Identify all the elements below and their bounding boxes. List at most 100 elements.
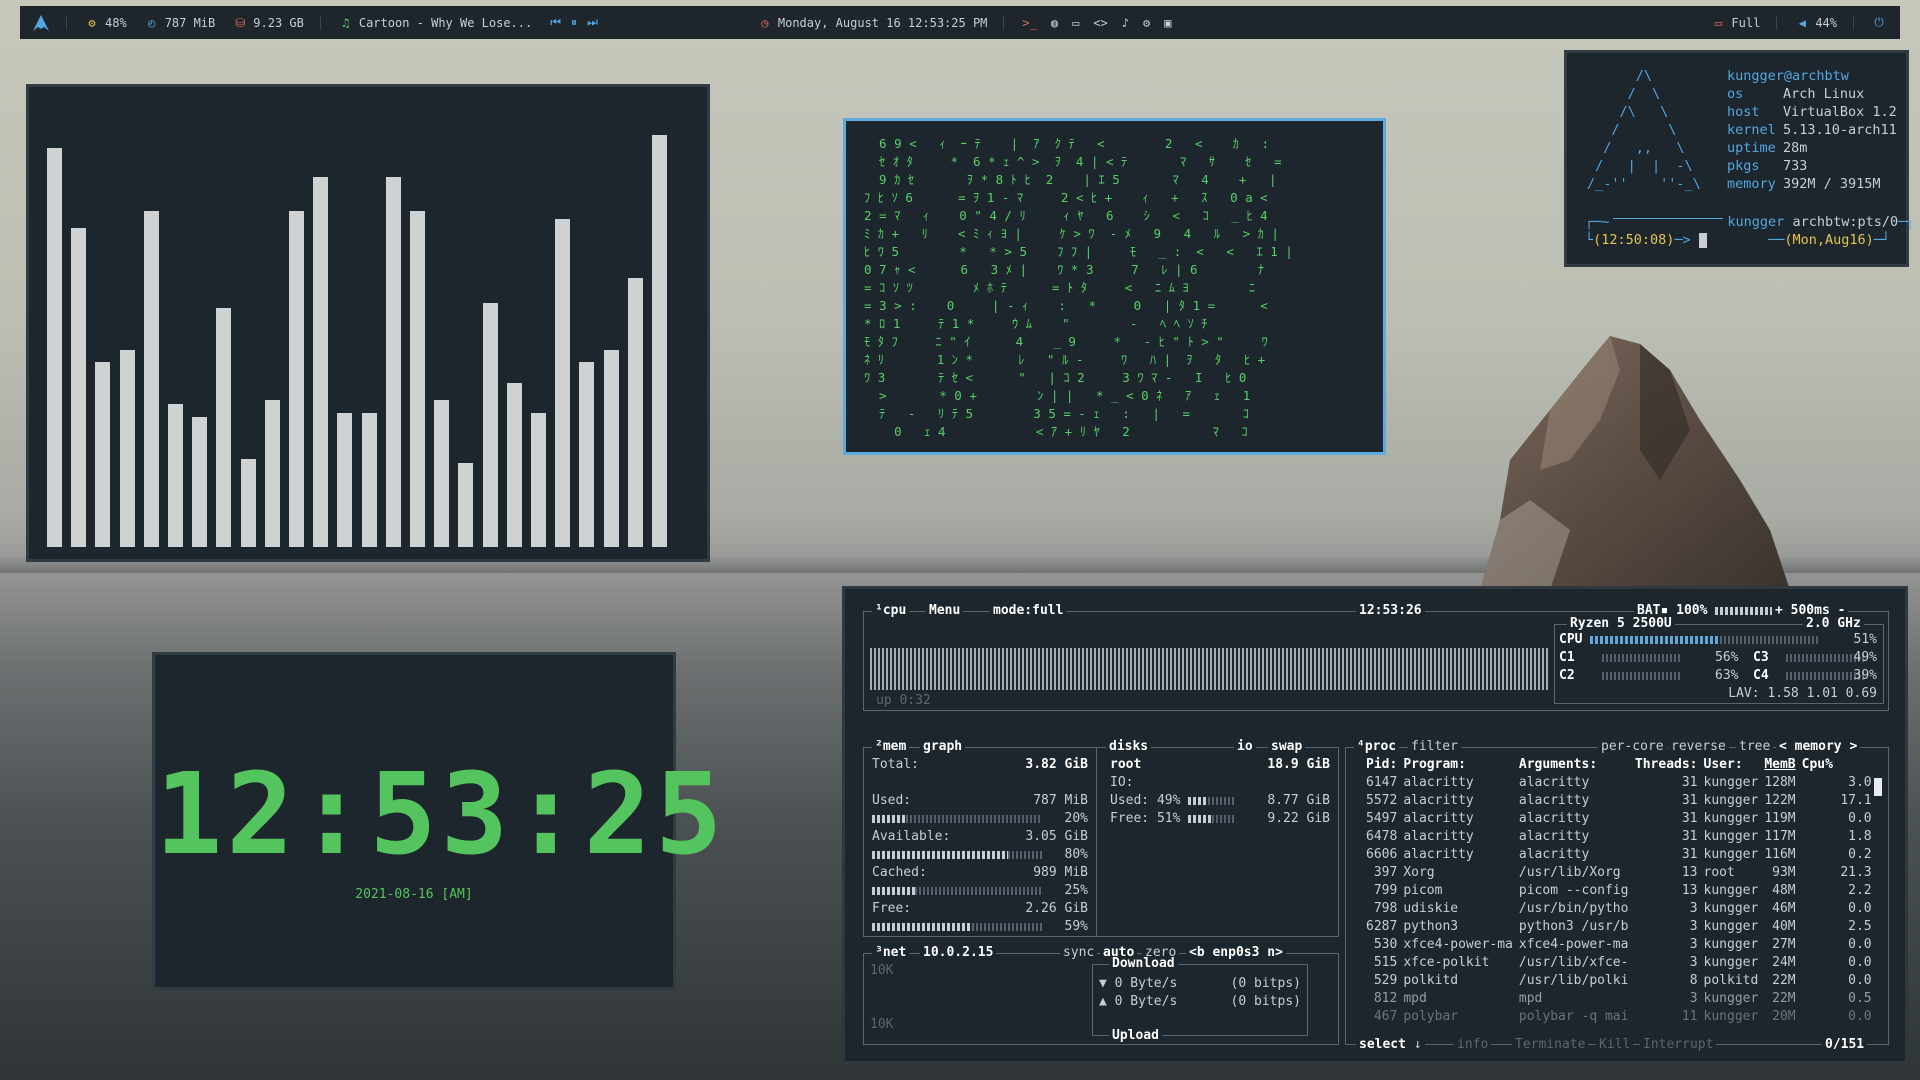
- terminate-button[interactable]: Terminate: [1512, 1037, 1589, 1053]
- disk-value: 9.23 GB: [253, 15, 304, 30]
- table-cell: 13: [1681, 883, 1698, 898]
- proc-column-header[interactable]: Cpu%: [1802, 756, 1878, 774]
- mem-value: 787 MiB: [1033, 793, 1088, 808]
- mem-box-title: ²mem: [875, 739, 907, 754]
- table-cell: xfce4-power-ma: [1403, 937, 1513, 952]
- table-row[interactable]: 5572 alacritty alacritty 31 kungger 122M 17.1: [1366, 792, 1878, 810]
- tree-toggle[interactable]: tree: [1736, 739, 1774, 755]
- ram-indicator: ◴ 787 MiB: [145, 15, 215, 30]
- info-button[interactable]: info: [1454, 1037, 1492, 1053]
- sort-selector[interactable]: < memory >: [1776, 739, 1861, 755]
- proc-box-title: ⁴proc: [1357, 739, 1397, 754]
- table-row[interactable]: 6287 python3 python3 /usr/b 3 kungger 40M 2.5: [1366, 918, 1878, 936]
- visualizer-bar: [289, 211, 304, 547]
- fetch-value: VirtualBox 1.2: [1783, 104, 1897, 120]
- table-cell: kungger: [1703, 937, 1759, 952]
- table-cell: polkitd: [1703, 973, 1759, 988]
- table-row[interactable]: 799 picom picom --config 13 kungger 48M 2.2: [1366, 882, 1878, 900]
- table-cell: 1.8: [1848, 829, 1872, 844]
- process-table: Pid: Program: Arguments: Threads: User: MemB C…: [1366, 756, 1878, 1026]
- clock-icon: ◴: [148, 15, 156, 30]
- fetch-terminal[interactable]: /\ / \ /\ \ / \ / ,, \ / | | -\ /_-'' ''…: [1564, 50, 1914, 267]
- net-interface-selector[interactable]: <b enp0s3 n>: [1186, 945, 1286, 961]
- scrollbar[interactable]: [1874, 778, 1882, 796]
- volume-indicator[interactable]: ◀ 44%: [1795, 16, 1837, 30]
- table-row[interactable]: 5497 alacritty alacritty 31 kungger 119M 0.0: [1366, 810, 1878, 828]
- visualizer-bar: [434, 400, 450, 547]
- datetime[interactable]: ◷ Monday, August 16 12:53:25 PM: [758, 15, 988, 30]
- cpu-total-meter: [1590, 635, 1721, 644]
- cpu-box: ¹cpu Menu mode:full 12:53:26 BAT▪ 100% +…: [863, 603, 1889, 711]
- fetch-row: uptime 28m: [1727, 139, 1897, 157]
- proc-column-header[interactable]: Program:: [1403, 756, 1519, 774]
- reverse-toggle[interactable]: reverse: [1668, 739, 1729, 755]
- table-cell: 6478: [1366, 829, 1398, 844]
- datetime-text: Monday, August 16 12:53:25 PM: [777, 15, 988, 30]
- table-cell: alacritty: [1403, 793, 1474, 808]
- cpu-name: Ryzen 5 2500U: [1570, 616, 1672, 631]
- music-title: Cartoon - Why We Lose...: [358, 15, 533, 30]
- net-sync-toggle[interactable]: sync: [1060, 945, 1098, 961]
- visualizer-bar: [143, 211, 159, 547]
- visualizer-bar: [603, 350, 619, 547]
- terminal-icon[interactable]: >_: [1022, 16, 1036, 30]
- settings-icon[interactable]: ⚙: [1143, 16, 1150, 30]
- proc-column-header[interactable]: Threads:: [1635, 756, 1704, 774]
- proc-column-header[interactable]: Arguments:: [1519, 756, 1635, 774]
- btop-terminal[interactable]: ¹cpu Menu mode:full 12:53:26 BAT▪ 100% +…: [842, 586, 1908, 1064]
- menu-button[interactable]: Menu: [926, 603, 964, 619]
- disk-indicator: ⛁ 9.23 GB: [233, 16, 304, 30]
- per-core-toggle[interactable]: per-core: [1598, 739, 1667, 755]
- visualizer-bar: [458, 463, 474, 547]
- power-icon: ⏻: [1874, 15, 1884, 29]
- table-cell: 6287: [1366, 919, 1398, 934]
- table-row[interactable]: 529 polkitd/usr/lib/polki 8 polkitd 22M 0.0: [1366, 972, 1878, 990]
- pause-icon[interactable]: ⏸: [571, 15, 577, 30]
- arch-logo-button[interactable]: [32, 14, 50, 32]
- next-track-icon[interactable]: ⏭: [587, 15, 598, 30]
- code-icon[interactable]: <>: [1093, 16, 1107, 30]
- mem-graph-button[interactable]: graph: [920, 739, 966, 755]
- table-row[interactable]: 6147 alacritty alacritty 31 kungger 128M 3.0: [1366, 774, 1878, 792]
- music-indicator[interactable]: ♫ Cartoon - Why We Lose...: [339, 16, 532, 30]
- select-button[interactable]: select: [1359, 1037, 1406, 1052]
- table-row[interactable]: 6606 alacritty alacritty 31 kungger 116M 0.2: [1366, 846, 1878, 864]
- clock-terminal[interactable]: 12:53:25 2021-08-16 [AM]: [152, 652, 722, 990]
- mode-button[interactable]: mode:full: [990, 603, 1067, 619]
- interrupt-button[interactable]: Interrupt: [1640, 1037, 1717, 1053]
- proc-column-header[interactable]: Pid:: [1366, 756, 1403, 774]
- table-row[interactable]: 397 Xorg/usr/lib/Xorg 13 root 93M 21.3: [1366, 864, 1878, 882]
- cmatrix-terminal[interactable]: 6 9 < ｨ ｰ ﾃ | ｱ ｸ ﾃ < 2 < ｶ : ｾ ｵ ﾀ * 6 …: [843, 118, 1386, 455]
- prompt-time: (12:50:08): [1593, 232, 1675, 248]
- table-row[interactable]: 467 polybar polybar -q mai 11 kungger 20M 0.0: [1366, 1008, 1878, 1026]
- monitor-icon[interactable]: ▣: [1164, 16, 1171, 30]
- mem-meter-row: 25%: [872, 882, 1088, 900]
- visualizer-bar: [119, 350, 135, 547]
- swap-toggle[interactable]: swap: [1268, 739, 1306, 755]
- music-controls: ⏮ ⏸ ⏭: [550, 15, 598, 30]
- table-row[interactable]: 6478 alacritty alacritty 31 kungger 117M 1.8: [1366, 828, 1878, 846]
- table-cell: kungger: [1703, 847, 1759, 862]
- shell-prompt[interactable]: ┌─ ~ kungger archbtw:pts/0 ─┐ └ (12:50:08) ─…: [1585, 213, 1914, 249]
- visualizer-bar: [240, 459, 256, 547]
- fetch-value: 392M / 3915M: [1783, 176, 1881, 192]
- table-row[interactable]: 530 xfce4-power-ma xfce4-power-ma 3 kungger 2…: [1366, 936, 1878, 954]
- kill-button[interactable]: Kill: [1596, 1037, 1634, 1053]
- globe-icon[interactable]: ◍: [1051, 16, 1058, 30]
- io-toggle[interactable]: io: [1234, 739, 1256, 755]
- fetch-key: host: [1727, 104, 1760, 120]
- table-row[interactable]: 812 mpd mpd 3 kungger 22M 0.5: [1366, 990, 1878, 1008]
- folder-icon[interactable]: ▭: [1072, 16, 1079, 30]
- proc-column-header[interactable]: MemB: [1764, 756, 1801, 774]
- filter-button[interactable]: filter: [1408, 739, 1461, 755]
- music-icon[interactable]: ♪: [1122, 16, 1129, 30]
- divider: [1776, 15, 1778, 30]
- table-cell: 812: [1373, 991, 1398, 1006]
- table-row[interactable]: 798 udiskie/usr/bin/pytho 3 kungger 46M 0.0: [1366, 900, 1878, 918]
- disk-icon: ⛁: [235, 15, 246, 30]
- table-row[interactable]: 515 xfce-polkit/usr/lib/xfce- 3 kungger 24M 0…: [1366, 954, 1878, 972]
- table-cell: kungger: [1703, 901, 1759, 916]
- power-button[interactable]: ⏻: [1872, 15, 1886, 30]
- proc-column-header[interactable]: User:: [1704, 756, 1765, 774]
- previous-track-icon[interactable]: ⏮: [550, 15, 561, 30]
